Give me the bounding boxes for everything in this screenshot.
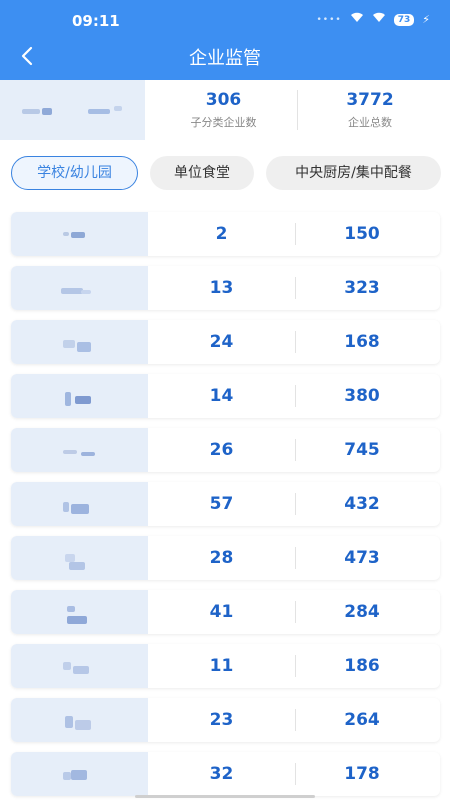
row-subcategory-count: 28	[209, 548, 234, 568]
enterprise-row[interactable]: 14 380	[11, 374, 440, 418]
subcategory-stat: 306 子分类企业数	[150, 80, 297, 140]
row-total-count: 284	[344, 602, 380, 622]
charging-icon: ⚡	[422, 13, 430, 26]
row-subcategory-count: 11	[209, 656, 234, 676]
enterprise-row[interactable]: 13 323	[11, 266, 440, 310]
enterprise-row[interactable]: 32 178	[11, 752, 440, 796]
row-subcategory-count: 2	[215, 224, 228, 244]
enterprise-row[interactable]: 11 186	[11, 644, 440, 688]
row-thumbnail	[11, 482, 148, 526]
row-thumbnail	[11, 266, 148, 310]
enterprise-row[interactable]: 41 284	[11, 590, 440, 634]
summary-thumbnail	[0, 80, 145, 140]
status-bar: 09:11 •••• 73 ⚡	[0, 0, 450, 38]
row-total-count: 745	[344, 440, 380, 460]
row-total-count: 186	[344, 656, 380, 676]
row-subcategory-count: 14	[209, 386, 234, 406]
row-thumbnail	[11, 698, 148, 742]
row-total-count: 323	[344, 278, 380, 298]
wifi-icon-2	[372, 12, 386, 27]
row-thumbnail	[11, 428, 148, 472]
enterprise-row[interactable]: 26 745	[11, 428, 440, 472]
row-subcategory-count: 26	[209, 440, 234, 460]
battery-icon: 73	[393, 13, 415, 26]
row-thumbnail	[11, 374, 148, 418]
enterprise-row[interactable]: 24 168	[11, 320, 440, 364]
row-subcategory-count: 32	[209, 764, 234, 784]
enterprise-row[interactable]: 2 150	[11, 212, 440, 256]
total-label: 企业总数	[348, 116, 392, 129]
row-total-count: 432	[344, 494, 380, 514]
status-icons: •••• 73 ⚡	[316, 12, 430, 27]
row-subcategory-count: 24	[209, 332, 234, 352]
enterprise-row[interactable]: 23 264	[11, 698, 440, 742]
page-title: 企业监管	[189, 48, 261, 69]
row-thumbnail	[11, 320, 148, 364]
row-thumbnail	[11, 536, 148, 580]
row-subcategory-count: 23	[209, 710, 234, 730]
row-total-count: 150	[344, 224, 380, 244]
total-stat: 3772 企业总数	[298, 80, 442, 140]
row-total-count: 380	[344, 386, 380, 406]
subcategory-label: 子分类企业数	[190, 116, 257, 129]
row-total-count: 473	[344, 548, 380, 568]
row-thumbnail	[11, 752, 148, 796]
subcategory-count: 306	[205, 90, 242, 110]
status-time: 09:11	[72, 12, 120, 30]
wifi-icon	[350, 12, 364, 27]
row-thumbnail	[11, 590, 148, 634]
total-count: 3772	[346, 90, 394, 110]
nav-bar: 企业监管	[0, 38, 450, 74]
tab-central-kitchen[interactable]: 中央厨房/集中配餐	[266, 156, 441, 190]
row-total-count: 264	[344, 710, 380, 730]
signal-icon: ••••	[316, 14, 342, 25]
tab-school[interactable]: 学校/幼儿园	[11, 156, 138, 190]
category-tabs: 学校/幼儿园 单位食堂 中央厨房/集中配餐	[0, 156, 450, 192]
row-thumbnail	[11, 212, 148, 256]
row-thumbnail	[11, 644, 148, 688]
row-total-count: 168	[344, 332, 380, 352]
home-indicator	[135, 795, 315, 798]
row-subcategory-count: 57	[209, 494, 234, 514]
row-total-count: 178	[344, 764, 380, 784]
tab-canteen[interactable]: 单位食堂	[150, 156, 254, 190]
row-subcategory-count: 41	[209, 602, 234, 622]
row-subcategory-count: 13	[209, 278, 234, 298]
enterprise-row[interactable]: 57 432	[11, 482, 440, 526]
summary-card: 306 子分类企业数 3772 企业总数	[0, 80, 450, 140]
enterprise-row[interactable]: 28 473	[11, 536, 440, 580]
